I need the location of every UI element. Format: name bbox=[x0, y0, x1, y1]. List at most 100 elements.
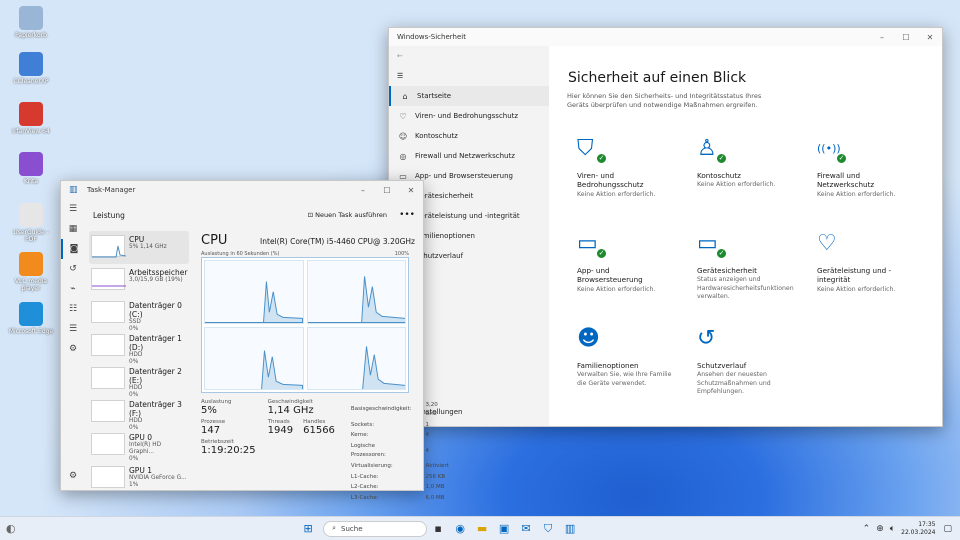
start-icon[interactable]: ⊞ bbox=[299, 520, 317, 538]
perf-item[interactable]: CPU 5% 1,14 GHz bbox=[89, 231, 189, 264]
mail-icon[interactable]: ✉ bbox=[517, 520, 535, 538]
users-icon[interactable]: ☷ bbox=[61, 299, 85, 319]
checkmark-icon: ✓ bbox=[716, 152, 727, 164]
gear-icon[interactable]: ⚙ bbox=[61, 466, 85, 486]
desktop-icon-label: VLC media player bbox=[14, 278, 48, 292]
maximize-button[interactable]: ☐ bbox=[894, 33, 918, 42]
notification-icon[interactable]: ▢ bbox=[944, 524, 953, 534]
desktop-icon[interactable]: Krita bbox=[8, 152, 54, 185]
task-view-icon[interactable]: ▪ bbox=[429, 520, 447, 538]
perf-item-name: Datenträger 2 (E:) bbox=[129, 367, 182, 385]
desktop-icon[interactable]: IrfanView 64 bbox=[8, 102, 54, 135]
volume-icon[interactable]: 🔈︎ bbox=[890, 524, 895, 534]
minimize-button[interactable]: – bbox=[351, 186, 375, 195]
desktop-icon[interactable]: UserGuide - PDF bbox=[8, 203, 54, 243]
nav-item[interactable]: ⌂ Startseite bbox=[389, 86, 549, 106]
tile-status: Keine Aktion erforderlich. bbox=[577, 190, 656, 198]
security-tile[interactable]: ↺ Schutzverlauf Ansehen der neuesten Schut… bbox=[687, 316, 802, 406]
security-tile[interactable]: ♡ Geräteleistung und -integrität Keine Akt… bbox=[807, 221, 922, 311]
app-history-icon[interactable]: ↺ bbox=[61, 259, 85, 279]
mini-graph bbox=[91, 268, 126, 290]
performance-list: CPU 5% 1,14 GHz Arbeitsspeicher 3,0/15,9 GB… bbox=[89, 231, 189, 490]
nav-item[interactable]: ◎ Firewall und Netzwerkschutz bbox=[389, 146, 549, 166]
new-task-button[interactable]: ⊡ Neuen Task ausführen bbox=[308, 211, 387, 219]
task-manager-window: ▥ Task-Manager – ☐ ✕ ☰ ▦ ◙ ↺ ⌁ ☷ ☰ ⚙ ⚙ L… bbox=[60, 180, 449, 501]
tile-status: Ansehen der neuesten Schutzmaßnahmen und… bbox=[697, 371, 771, 395]
widgets-icon[interactable]: ◐ bbox=[6, 522, 16, 535]
nav-icon: ⌂ bbox=[402, 91, 408, 101]
taskmgr-titlebar[interactable]: ▥ Task-Manager – ☐ ✕ bbox=[61, 181, 423, 199]
perf-item[interactable]: Datenträger 1 (D:) HDD 0% bbox=[89, 330, 189, 365]
close-button[interactable]: ✕ bbox=[918, 33, 942, 42]
perf-item[interactable]: Datenträger 0 (C:) SSD 0% bbox=[89, 297, 189, 332]
minimize-button[interactable]: – bbox=[870, 33, 894, 42]
clock[interactable]: 17:35 22.03.2024 bbox=[901, 521, 935, 537]
perf-item-value: 1% bbox=[129, 481, 139, 488]
security-tile[interactable]: ▭ ✓ Gerätesicherheit Status anzeigen und Ha… bbox=[687, 221, 802, 311]
perf-item[interactable]: GPU 1 NVIDIA GeForce G... 1% bbox=[89, 462, 189, 495]
perf-item[interactable]: Arbeitsspeicher 3,0/15,9 GB (19%) bbox=[89, 264, 189, 297]
perf-item-name: Arbeitsspeicher bbox=[129, 268, 188, 277]
perf-item-value: 0% bbox=[129, 424, 139, 431]
security-tile[interactable]: ▭ ✓ App- und Browsersteuerung Keine Aktion … bbox=[567, 221, 682, 311]
tray-chevron-icon[interactable]: ⌃ bbox=[863, 524, 871, 534]
startup-apps-icon[interactable]: ⌁ bbox=[61, 279, 85, 299]
store-icon[interactable]: ▣ bbox=[495, 520, 513, 538]
more-options-icon[interactable]: ••• bbox=[399, 210, 415, 220]
tile-icon: ((•)) ✓ bbox=[817, 135, 847, 164]
cpu-model: Intel(R) Core(TM) i5-4460 CPU@ 3.20GHz bbox=[260, 237, 415, 246]
desktop-icon[interactable]: Papierkorb bbox=[8, 6, 54, 39]
taskmgr-icon[interactable]: ▥ bbox=[561, 520, 579, 538]
cpu-panel: CPU Intel(R) Core(TM) i5-4460 CPU@ 3.20G… bbox=[201, 233, 449, 501]
tile-title: Schutzverlauf bbox=[697, 360, 747, 370]
intro-text: Hier können Sie den Sicherheits- und Int… bbox=[567, 92, 762, 110]
desktop-icon-label: Krita bbox=[23, 178, 39, 185]
security-tile[interactable]: ⛉ ✓ Viren- und Bedrohungsschutz Keine Aktio… bbox=[567, 126, 682, 216]
search-placeholder: Suche bbox=[341, 524, 363, 533]
app-icon bbox=[19, 102, 43, 126]
perf-item[interactable]: Datenträger 3 (F:) HDD 0% bbox=[89, 396, 189, 431]
nav-item[interactable]: ♡ Viren- und Bedrohungsschutz bbox=[389, 106, 549, 126]
perf-item[interactable]: GPU 0 Intel(R) HD Graphi... 0% bbox=[89, 429, 189, 462]
nav-item[interactable]: ☺ Kontoschutz bbox=[389, 126, 549, 146]
spec-row: Sockets: 1 bbox=[351, 421, 461, 430]
tile-title: Geräteleistung und -integrität bbox=[817, 265, 892, 285]
details-icon[interactable]: ☰ bbox=[61, 319, 85, 339]
security-tile[interactable]: ♙ ✓ Kontoschutz Keine Aktion erforderlich. bbox=[687, 126, 802, 216]
desktop-icon-label: IrfanView 64 bbox=[12, 128, 50, 135]
network-icon[interactable]: ⊕ bbox=[876, 524, 884, 534]
security-tile[interactable]: ☻ Familienoptionen Verwalten Sie, wie Ihre… bbox=[567, 316, 682, 406]
uptime-value: 1:19:20:25 bbox=[201, 445, 256, 456]
nav-label: Viren- und Bedrohungsschutz bbox=[415, 112, 519, 120]
nav-icon: ◎ bbox=[399, 151, 407, 161]
maximize-button[interactable]: ☐ bbox=[375, 186, 399, 195]
clock-time: 17:35 bbox=[918, 520, 936, 528]
desktop-icon[interactable]: Microsoft Edge bbox=[8, 302, 54, 335]
desktop-icon[interactable]: CCleanerXP bbox=[8, 52, 54, 85]
threads-value: 1949 bbox=[267, 425, 294, 436]
cpu-heading: CPU bbox=[201, 233, 228, 248]
desktop-icon-label: CCleanerXP bbox=[13, 78, 49, 85]
close-button[interactable]: ✕ bbox=[399, 186, 423, 195]
spec-value: Aktiviert bbox=[425, 462, 449, 469]
checkmark-icon: ✓ bbox=[836, 152, 847, 164]
desktop-icon[interactable]: VLC media player bbox=[8, 252, 54, 292]
search-box[interactable]: ⌕ Suche bbox=[323, 520, 428, 537]
back-arrow-icon[interactable]: ← bbox=[389, 46, 549, 66]
security-tile[interactable]: ((•)) ✓ Firewall und Netzwerkschutz Keine A… bbox=[807, 126, 922, 216]
tile-status: Verwalten Sie, wie Ihre Familie die Gerä… bbox=[577, 371, 672, 387]
edge-icon[interactable]: ◉ bbox=[451, 520, 469, 538]
perf-item[interactable]: Datenträger 2 (E:) HDD 0% bbox=[89, 363, 189, 398]
processes-icon[interactable]: ▦ bbox=[61, 219, 85, 239]
nav-label: App- und Browsersteuerung bbox=[415, 172, 513, 180]
hamburger-menu-icon[interactable]: ☰ bbox=[61, 199, 85, 219]
hamburger-menu-icon[interactable]: ☰ bbox=[389, 66, 549, 86]
tile-status: Status anzeigen und Hardwaresicherheitsf… bbox=[697, 276, 794, 300]
security-titlebar[interactable]: Windows-Sicherheit – ☐ ✕ bbox=[389, 28, 942, 46]
tile-glyph: ↺ bbox=[697, 325, 716, 351]
performance-icon[interactable]: ◙ bbox=[61, 239, 85, 259]
explorer-icon[interactable]: ▬ bbox=[473, 520, 491, 538]
services-icon[interactable]: ⚙ bbox=[61, 339, 85, 359]
tile-icon: ⛉ ✓ bbox=[577, 135, 607, 164]
security-shield-icon[interactable]: ⛉ bbox=[539, 520, 557, 538]
